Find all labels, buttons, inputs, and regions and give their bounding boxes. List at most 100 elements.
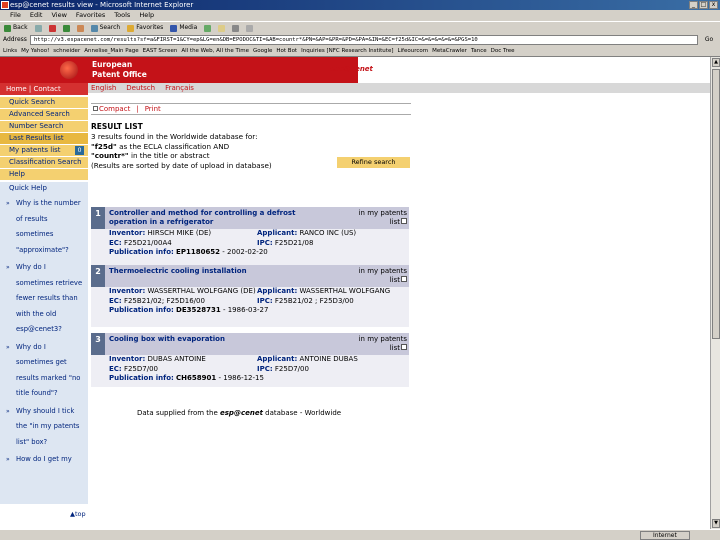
- ipc-value: F25D21/08: [274, 238, 314, 247]
- link-item[interactable]: Inquiries [NFC Research Institute]: [301, 46, 393, 56]
- ipc-value: F25D7/00: [274, 364, 309, 373]
- back-button[interactable]: Back: [4, 22, 28, 34]
- quick-help-item[interactable]: » Why should I tick the "in my patents li…: [6, 404, 84, 451]
- stop-icon: [48, 24, 56, 32]
- sidebar: Quick Search Advanced Search Number Sear…: [0, 97, 88, 504]
- compact-icon: [93, 106, 98, 111]
- history-button[interactable]: [204, 24, 212, 32]
- bullet-arrow-icon: »: [6, 264, 10, 271]
- link-item[interactable]: All the Web, All the Time: [181, 46, 249, 56]
- vertical-scrollbar[interactable]: ▲ ▼: [710, 57, 720, 529]
- quick-help-item[interactable]: » Why do I sometimes retrieve fewer resul…: [6, 260, 84, 338]
- star-icon: [127, 24, 135, 32]
- publication-number-link[interactable]: DE3528731: [176, 306, 221, 316]
- address-input[interactable]: http://v3.espacenet.com/results?sf=a&FIR…: [30, 35, 698, 45]
- quick-help-title: Quick Help: [0, 182, 88, 194]
- link-item[interactable]: Tance: [471, 46, 487, 56]
- add-to-list-checkbox[interactable]: [401, 343, 407, 350]
- applicant-value: RANCO INC (US): [299, 229, 357, 237]
- sidebar-item-number-search[interactable]: Number Search: [0, 121, 88, 133]
- quick-help-item[interactable]: » Why do I sometimes get results marked "…: [6, 340, 84, 402]
- top-link[interactable]: ▲top: [70, 510, 86, 518]
- applicant-value: ANTOINE DUBAS: [299, 355, 358, 363]
- in-my-patents-list[interactable]: in my patents list: [347, 335, 409, 352]
- search-icon: [90, 24, 98, 32]
- home-contact-link[interactable]: Home | Contact: [0, 83, 88, 95]
- home-button[interactable]: [76, 24, 84, 32]
- bullet-arrow-icon: »: [6, 456, 10, 463]
- publication-number-link[interactable]: CH658901: [176, 374, 216, 384]
- maximize-button[interactable]: □: [699, 1, 708, 9]
- close-button[interactable]: x: [709, 1, 718, 9]
- print-link[interactable]: Print: [145, 105, 161, 113]
- scroll-down-icon[interactable]: ▼: [712, 519, 720, 528]
- link-item[interactable]: EAST Screen: [143, 46, 178, 56]
- link-item[interactable]: MetaCrawler: [432, 46, 467, 56]
- menu-bar: File Edit View Favorites Tools Help: [0, 10, 720, 21]
- menu-file[interactable]: File: [10, 10, 21, 21]
- lang-english[interactable]: English: [91, 84, 116, 92]
- minimize-button[interactable]: _: [689, 1, 698, 9]
- printer-icon: [232, 24, 240, 32]
- add-to-list-checkbox[interactable]: [401, 275, 407, 282]
- link-item[interactable]: Hot Bot: [276, 46, 297, 56]
- epo-header: European Patent Office: [88, 57, 358, 83]
- link-item[interactable]: Google: [253, 46, 272, 56]
- publication-date: - 2002-02-20: [222, 248, 268, 256]
- sidebar-item-help[interactable]: Help: [0, 169, 88, 181]
- lang-deutsch[interactable]: Deutsch: [126, 84, 155, 92]
- compact-link[interactable]: Compact: [93, 105, 130, 113]
- scroll-up-icon[interactable]: ▲: [712, 58, 720, 67]
- menu-edit[interactable]: Edit: [30, 10, 43, 21]
- mail-button[interactable]: [218, 24, 226, 32]
- print-toolbar-button[interactable]: [232, 24, 240, 32]
- security-zone: Internet: [640, 531, 690, 540]
- bullet-arrow-icon: »: [6, 200, 10, 207]
- sidebar-item-last-results[interactable]: Last Results list: [0, 133, 88, 145]
- link-item[interactable]: Annelise_Main Page: [84, 46, 138, 56]
- in-my-patents-list[interactable]: in my patents list: [347, 209, 409, 226]
- address-bar: Address http://v3.espacenet.com/results?…: [0, 34, 720, 46]
- go-button[interactable]: Go: [698, 34, 720, 46]
- menu-favorites[interactable]: Favorites: [76, 10, 105, 21]
- result-title-link[interactable]: Thermoelectric cooling installation: [109, 267, 319, 276]
- in-my-patents-list[interactable]: in my patents list: [347, 267, 409, 284]
- result-summary: 3 results found in the Worldwide databas…: [91, 132, 272, 170]
- stop-button[interactable]: [48, 24, 56, 32]
- result-item: 1 Controller and method for controlling a…: [91, 207, 409, 269]
- menu-help[interactable]: Help: [139, 10, 154, 21]
- result-title-link[interactable]: Cooling box with evaporation: [109, 335, 319, 344]
- publication-number-link[interactable]: EP1180652: [176, 248, 220, 258]
- link-item[interactable]: Lifeourcom: [397, 46, 428, 56]
- sidebar-item-classification-search[interactable]: Classification Search: [0, 157, 88, 169]
- edit-button[interactable]: [246, 24, 254, 32]
- media-button[interactable]: Media: [170, 22, 197, 34]
- search-button[interactable]: Search: [90, 22, 120, 34]
- link-item[interactable]: Doc Tree: [491, 46, 515, 56]
- add-to-list-checkbox[interactable]: [401, 217, 407, 224]
- epo-logo: [0, 57, 88, 83]
- menu-tools[interactable]: Tools: [114, 10, 130, 21]
- sidebar-item-my-patents[interactable]: My patents list 0: [0, 145, 88, 157]
- quick-help-item[interactable]: » How do I get my: [6, 452, 84, 468]
- inventor-value: DUBAS ANTOINE: [147, 355, 206, 363]
- lang-francais[interactable]: Français: [165, 84, 194, 92]
- link-item[interactable]: My Yahoo!: [21, 46, 49, 56]
- sidebar-item-advanced-search[interactable]: Advanced Search: [0, 109, 88, 121]
- result-item: 3 Cooling box with evaporation in my paten…: [91, 333, 409, 387]
- history-icon: [204, 24, 212, 32]
- forward-button[interactable]: [34, 24, 42, 32]
- result-title-link[interactable]: Controller and method for controlling a …: [109, 209, 319, 226]
- address-label: Address: [3, 36, 27, 43]
- favorites-button[interactable]: Favorites: [127, 22, 163, 34]
- quick-help-item[interactable]: » Why is the number of results sometimes …: [6, 196, 84, 258]
- link-item[interactable]: schneider: [53, 46, 80, 56]
- scroll-thumb[interactable]: [712, 69, 720, 339]
- refresh-button[interactable]: [62, 24, 70, 32]
- forward-arrow-icon: [34, 24, 42, 32]
- refine-search-button[interactable]: Refine search: [337, 157, 410, 168]
- menu-view[interactable]: View: [51, 10, 66, 21]
- my-patents-label: My patents list: [9, 146, 61, 154]
- sidebar-item-quick-search[interactable]: Quick Search: [0, 97, 88, 109]
- result-tools: Compact | Print: [91, 103, 411, 115]
